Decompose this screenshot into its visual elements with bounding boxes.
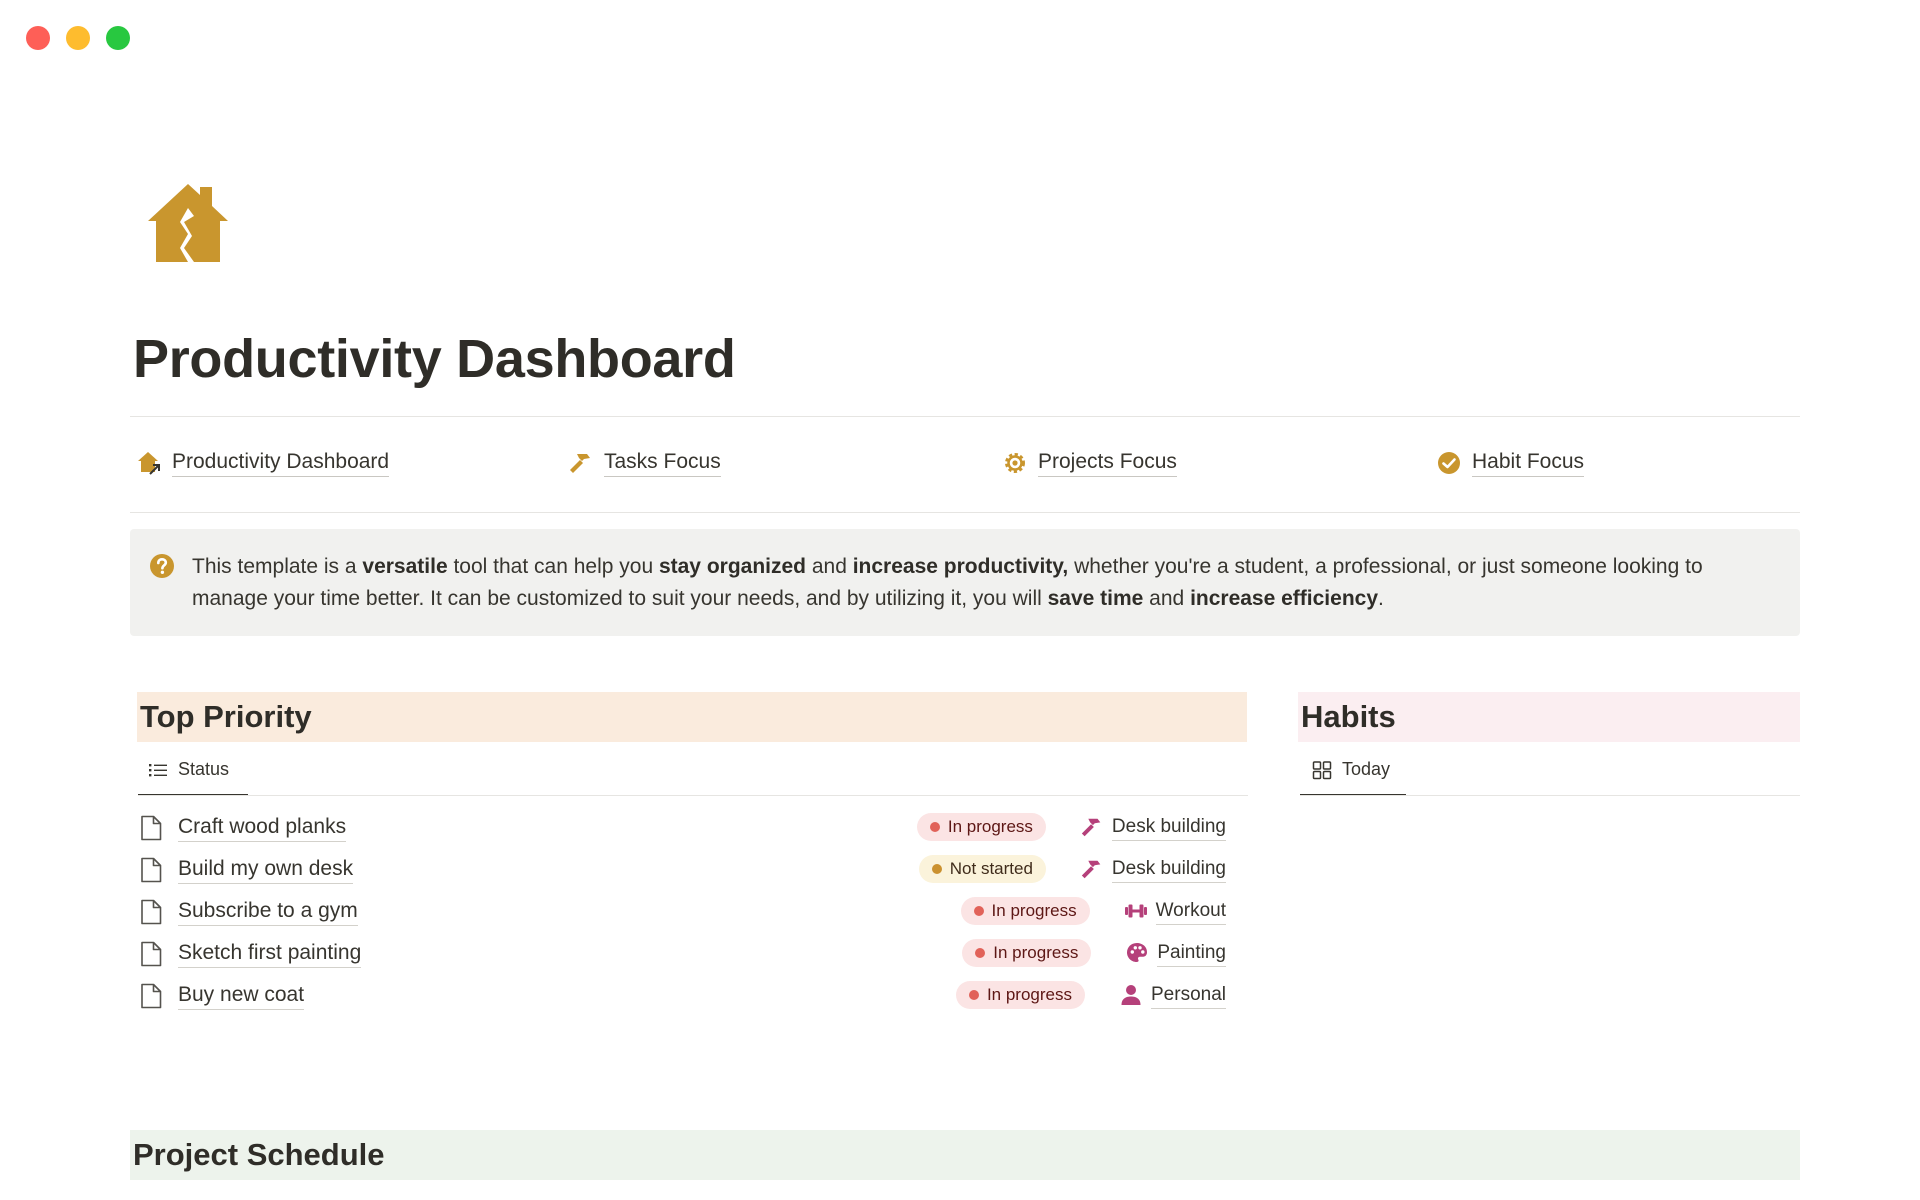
page-nav: Productivity Dashboard Tasks Focus Proje… — [136, 448, 1796, 488]
status-label: Not started — [949, 859, 1033, 878]
view-tab-today[interactable]: Today — [1312, 759, 1390, 780]
house-link-icon — [136, 450, 162, 476]
status-badge[interactable]: Not started — [918, 855, 1046, 883]
nav-link-label: Tasks Focus — [604, 448, 721, 477]
task-name[interactable]: Craft wood planks — [178, 813, 347, 842]
project-link[interactable]: Personal — [1119, 982, 1226, 1009]
nav-link-label: Habit Focus — [1472, 448, 1585, 477]
section-header-top-priority: Top Priority — [137, 692, 1247, 742]
project-label: Personal — [1151, 982, 1226, 1009]
view-tab-status[interactable]: Status — [148, 759, 229, 780]
question-circle-icon — [150, 554, 174, 578]
window-maximize-button[interactable] — [106, 26, 130, 50]
view-tabs-divider — [138, 795, 1248, 796]
status-badge[interactable]: In progress — [962, 939, 1092, 967]
view-tab-label: Today — [1342, 759, 1391, 779]
status-badge[interactable]: In progress — [916, 813, 1046, 841]
callout-text-segment: and — [1143, 587, 1191, 610]
project-link[interactable]: Painting — [1125, 940, 1226, 967]
info-callout: This template is a versatile tool that c… — [130, 529, 1800, 636]
task-name[interactable]: Sketch first painting — [178, 939, 362, 968]
gear-icon — [1002, 450, 1028, 476]
page-icon — [141, 899, 162, 925]
status-label: In progress — [993, 943, 1079, 962]
hammer-icon — [1080, 857, 1104, 881]
project-link[interactable]: Desk building — [1080, 856, 1226, 883]
check-circle-icon — [1436, 450, 1462, 476]
person-icon — [1119, 983, 1143, 1007]
callout-text-segment: increase productivity, — [852, 555, 1069, 578]
task-row[interactable]: Craft wood planks In progress Desk build… — [136, 808, 1226, 850]
status-dot — [975, 948, 986, 958]
callout-text-segment: versatile — [362, 555, 448, 578]
task-row[interactable]: Sketch first painting In progress Painti… — [136, 934, 1226, 976]
list-icon — [149, 763, 167, 776]
hammer-icon — [1080, 815, 1104, 839]
nav-divider — [130, 512, 1800, 513]
status-dot — [968, 990, 979, 1000]
palette-icon — [1125, 941, 1149, 965]
status-label: In progress — [991, 901, 1077, 920]
nav-link-tasks-focus[interactable]: Tasks Focus — [568, 448, 721, 477]
view-tab-label: Status — [178, 759, 230, 779]
callout-text: This template is a versatile tool that c… — [192, 551, 1770, 615]
section-header-habits: Habits — [1298, 692, 1800, 742]
page-icon — [141, 941, 162, 967]
nav-link-projects-focus[interactable]: Projects Focus — [1002, 448, 1177, 477]
status-dot — [929, 822, 940, 832]
task-row[interactable]: Buy new coat In progress Personal — [136, 976, 1226, 1018]
window-minimize-button[interactable] — [66, 26, 90, 50]
task-row[interactable]: Subscribe to a gym In progress Workout — [136, 892, 1226, 934]
view-tabs-divider — [1300, 795, 1800, 796]
status-label: In progress — [986, 985, 1072, 1004]
status-dot — [973, 906, 984, 916]
project-label: Desk building — [1111, 856, 1226, 883]
callout-text-segment: stay organized — [658, 555, 806, 578]
project-label: Desk building — [1111, 814, 1226, 841]
nav-link-label: Projects Focus — [1038, 448, 1177, 477]
window-close-button[interactable] — [26, 26, 50, 50]
dumbbell-icon — [1124, 899, 1148, 923]
hammer-icon — [568, 450, 594, 476]
nav-link-productivity-dashboard[interactable]: Productivity Dashboard — [136, 448, 390, 477]
page-title: Productivity Dashboard — [133, 329, 736, 389]
gallery-grid-icon — [1312, 760, 1332, 779]
nav-link-habit-focus[interactable]: Habit Focus — [1436, 448, 1585, 477]
callout-text-segment: and — [806, 555, 853, 578]
status-badge[interactable]: In progress — [955, 981, 1085, 1009]
callout-text-segment: This template is a — [192, 555, 363, 578]
house-icon[interactable] — [144, 178, 232, 266]
page-icon — [141, 815, 162, 841]
status-dot — [931, 864, 942, 874]
task-name[interactable]: Build my own desk — [178, 855, 354, 884]
status-label: In progress — [947, 817, 1033, 836]
task-name[interactable]: Subscribe to a gym — [178, 897, 358, 926]
task-row[interactable]: Build my own desk Not started Desk build… — [136, 850, 1226, 892]
project-label: Painting — [1157, 940, 1226, 967]
page-icon — [141, 983, 162, 1009]
callout-text-segment: tool that can help you — [447, 555, 659, 578]
window-controls — [26, 26, 130, 50]
nav-link-label: Productivity Dashboard — [172, 448, 390, 477]
callout-text-segment: . — [1378, 587, 1384, 610]
project-link[interactable]: Workout — [1124, 898, 1226, 925]
project-label: Workout — [1155, 898, 1226, 925]
project-link[interactable]: Desk building — [1080, 814, 1226, 841]
title-divider — [130, 416, 1800, 417]
section-header-project-schedule: Project Schedule — [130, 1130, 1800, 1180]
status-badge[interactable]: In progress — [960, 897, 1090, 925]
callout-text-segment: increase efficiency — [1190, 587, 1379, 610]
callout-text-segment: save time — [1047, 587, 1144, 610]
page-icon — [141, 857, 162, 883]
task-name[interactable]: Buy new coat — [178, 981, 305, 1010]
task-list: Craft wood planks In progress Desk build… — [136, 808, 1226, 1018]
